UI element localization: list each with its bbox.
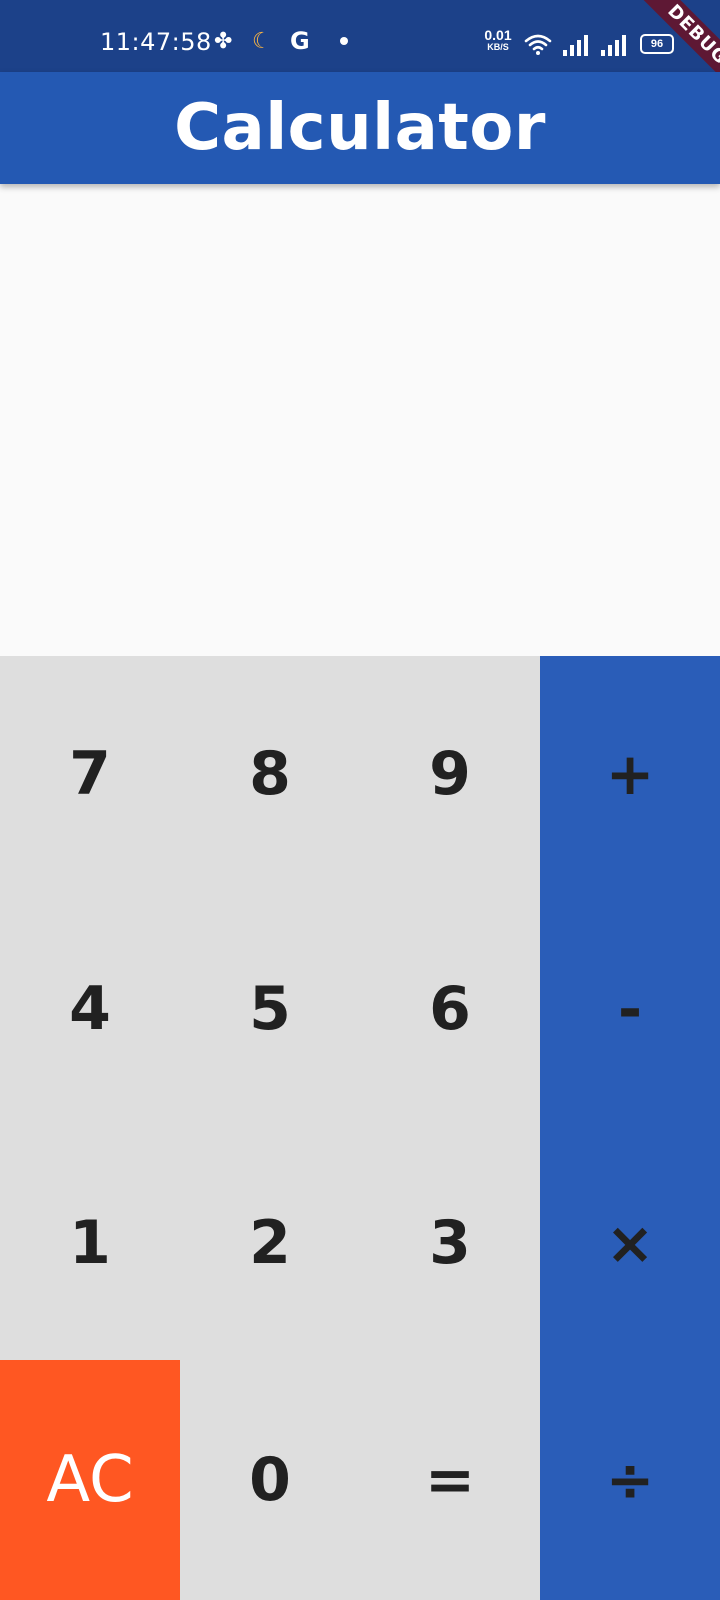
key-9[interactable]: 9: [360, 656, 540, 891]
page-title: Calculator: [174, 91, 546, 165]
notification-dot-icon: [340, 37, 348, 45]
key-clear[interactable]: AC: [0, 1360, 180, 1600]
key-5[interactable]: 5: [180, 891, 360, 1126]
signal-icon: [563, 35, 588, 56]
wifi-icon: [524, 34, 552, 55]
key-2[interactable]: 2: [180, 1126, 360, 1360]
key-add[interactable]: +: [540, 656, 720, 891]
fan-icon: ✤: [214, 28, 233, 53]
key-multiply[interactable]: ×: [540, 1126, 720, 1360]
status-icons-left: ✤ ☾ G: [214, 28, 348, 54]
keypad: 7 8 9 + 4 5 6 - 1 2 3 × AC 0 = ÷: [0, 656, 720, 1600]
key-7[interactable]: 7: [0, 656, 180, 891]
status-bar: 11:47:58 ✤ ☾ G 0.01 KB/S 96: [0, 0, 720, 72]
moon-icon: ☾: [252, 28, 272, 53]
key-6[interactable]: 6: [360, 891, 540, 1126]
net-speed-value: 0.01: [484, 27, 512, 43]
key-1[interactable]: 1: [0, 1126, 180, 1360]
battery-icon: 96: [640, 34, 674, 54]
app-bar: Calculator: [0, 72, 720, 184]
key-3[interactable]: 3: [360, 1126, 540, 1360]
calculator-display: [0, 184, 720, 656]
key-subtract[interactable]: -: [540, 891, 720, 1126]
net-speed: 0.01 KB/S: [480, 27, 516, 52]
key-0[interactable]: 0: [180, 1360, 360, 1600]
key-equals[interactable]: =: [360, 1360, 540, 1600]
status-time: 11:47:58: [100, 28, 212, 56]
signal-icon: [601, 35, 626, 56]
key-divide[interactable]: ÷: [540, 1360, 720, 1600]
net-speed-unit: KB/S: [487, 42, 509, 52]
key-4[interactable]: 4: [0, 891, 180, 1126]
key-8[interactable]: 8: [180, 656, 360, 891]
google-icon: G: [290, 27, 310, 55]
